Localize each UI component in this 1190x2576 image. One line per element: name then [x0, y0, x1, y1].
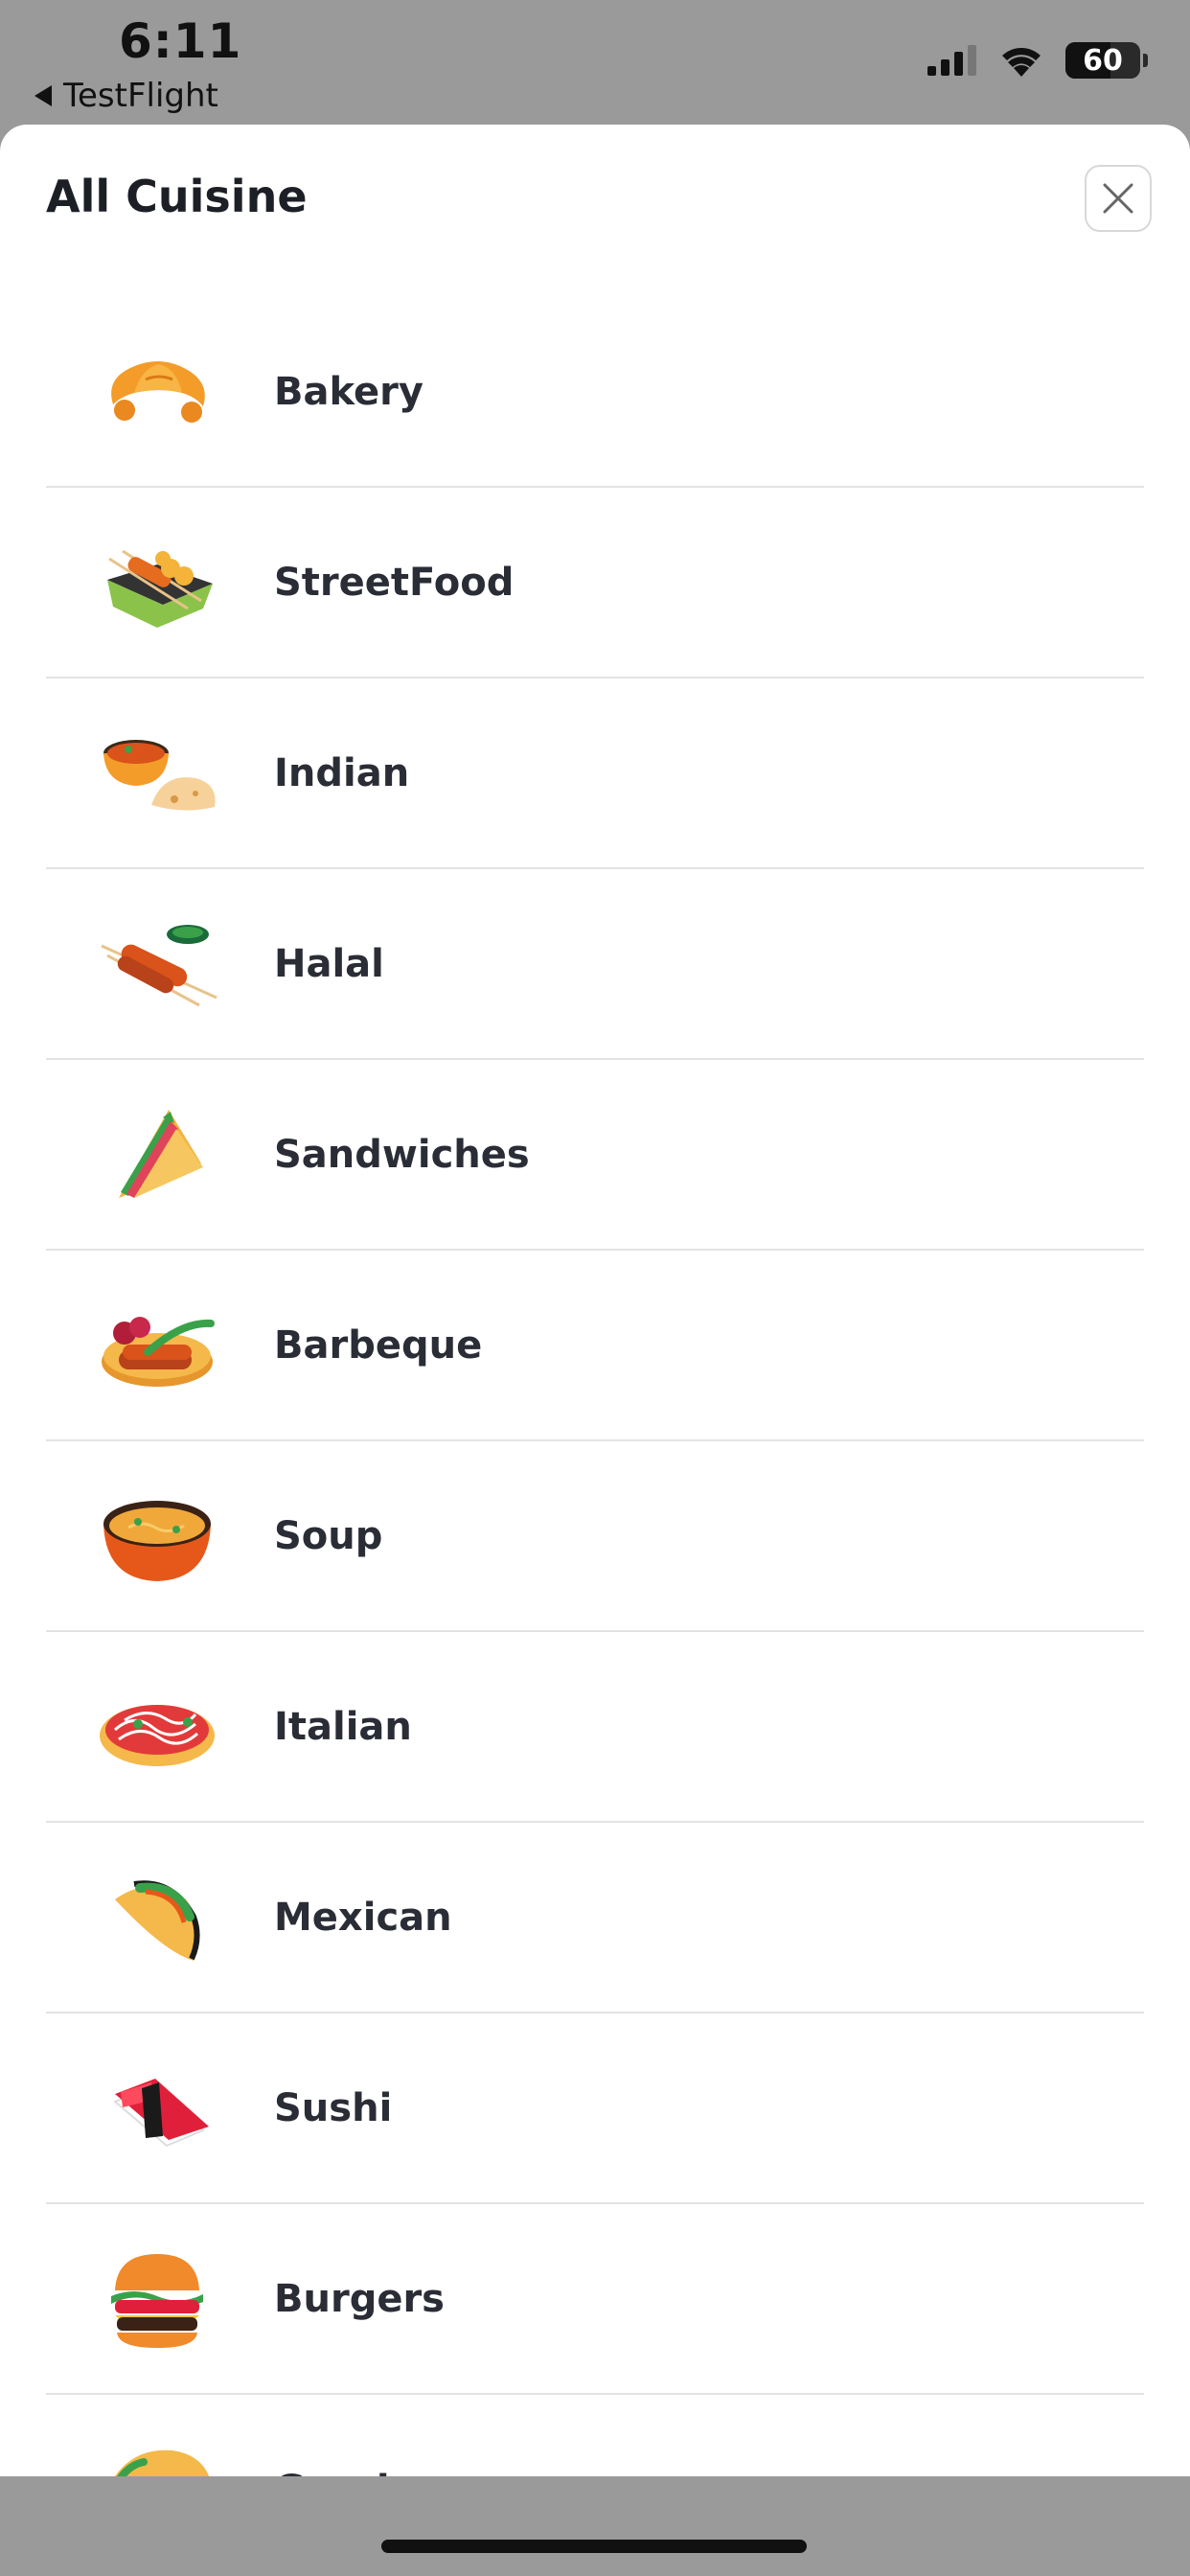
cuisine-label: Greek [274, 2468, 401, 2477]
cuisine-label: Sushi [274, 2085, 393, 2130]
cuisine-label: Halal [274, 941, 384, 986]
cuisine-item-soup[interactable]: Soup [46, 1441, 1144, 1632]
cuisine-label: Barbeque [274, 1322, 483, 1368]
battery-cap [1143, 54, 1148, 67]
pasta-icon [96, 1665, 220, 1789]
gyro-icon [96, 2427, 220, 2476]
cuisine-label: Burgers [274, 2276, 445, 2321]
cuisine-sheet: All Cuisine Bakery StreetFood Indian Hal… [0, 125, 1190, 2476]
cuisine-item-barbeque[interactable]: Barbeque [46, 1251, 1144, 1441]
cuisine-label: Sandwiches [274, 1132, 530, 1177]
status-icons: 60 [927, 42, 1148, 79]
cuisine-item-halal[interactable]: Halal [46, 869, 1144, 1060]
cuisine-item-burgers[interactable]: Burgers [46, 2204, 1144, 2395]
back-to-testflight[interactable]: TestFlight [34, 77, 218, 115]
status-bar: 6:11 TestFlight 60 [0, 0, 1190, 125]
home-indicator[interactable] [381, 2540, 807, 2553]
kebab-icon [96, 902, 220, 1026]
close-button[interactable] [1085, 165, 1152, 232]
wifi-icon [1002, 48, 1041, 77]
cuisine-item-greek[interactable]: Greek [46, 2395, 1144, 2476]
back-app-label: TestFlight [63, 77, 218, 115]
cuisine-item-streetfood[interactable]: StreetFood [46, 488, 1144, 678]
cuisine-item-mexican[interactable]: Mexican [46, 1823, 1144, 2013]
cuisine-label: Indian [274, 750, 410, 795]
home-area [0, 2476, 1190, 2576]
taco-icon [96, 1855, 220, 1980]
burger-icon [96, 2237, 220, 2361]
cuisine-item-indian[interactable]: Indian [46, 678, 1144, 869]
cuisine-item-sandwiches[interactable]: Sandwiches [46, 1060, 1144, 1251]
curry-naan-icon [96, 711, 220, 836]
cellular-signal-icon [927, 45, 976, 76]
battery-percentage: 60 [1083, 43, 1123, 78]
cuisine-label: Mexican [274, 1895, 452, 1940]
cuisine-item-bakery[interactable]: Bakery [46, 297, 1144, 488]
croissant-icon [96, 330, 220, 454]
cuisine-label: Italian [274, 1704, 412, 1749]
cuisine-list: Bakery StreetFood Indian Halal Sandwiche… [46, 297, 1144, 2476]
sandwich-icon [96, 1092, 220, 1217]
cuisine-label: StreetFood [274, 560, 515, 605]
bbq-plate-icon [96, 1283, 220, 1408]
cuisine-label: Bakery [274, 369, 423, 414]
soup-bowl-icon [96, 1474, 220, 1598]
cuisine-label: Soup [274, 1513, 383, 1558]
battery-icon: 60 [1065, 42, 1148, 79]
status-time: 6:11 [119, 13, 242, 69]
cuisine-item-italian[interactable]: Italian [46, 1632, 1144, 1823]
back-arrow-icon [34, 85, 52, 106]
cuisine-item-sushi[interactable]: Sushi [46, 2013, 1144, 2204]
sheet-title: All Cuisine [46, 171, 308, 222]
close-icon [1103, 183, 1133, 214]
sushi-icon [96, 2046, 220, 2171]
grill-skewers-icon [96, 520, 220, 645]
